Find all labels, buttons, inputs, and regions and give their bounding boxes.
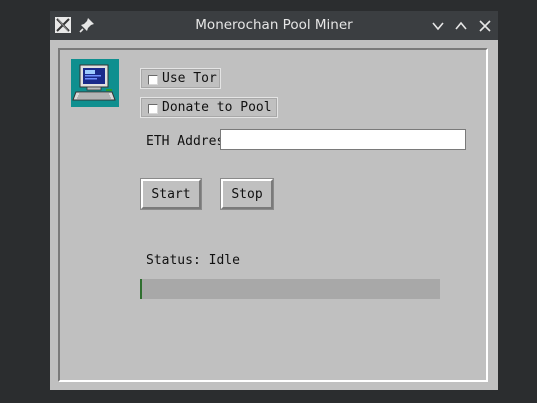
minimize-button[interactable]: [431, 18, 445, 32]
title-bar[interactable]: Monerochan Pool Miner: [50, 11, 498, 40]
computer-icon: [71, 59, 119, 107]
chevron-down-icon: [432, 22, 444, 31]
use-tor-checkbox-row[interactable]: Use Tor: [140, 68, 221, 89]
use-tor-label: Use Tor: [162, 71, 217, 86]
maximize-button[interactable]: [454, 18, 468, 32]
start-button[interactable]: Start: [140, 178, 202, 210]
use-tor-checkbox[interactable]: [148, 75, 158, 85]
eth-address-input[interactable]: [220, 129, 466, 150]
eth-address-label: ETH Address: [146, 134, 220, 149]
donate-checkbox[interactable]: [148, 104, 158, 114]
progress-bar: [140, 279, 440, 299]
stop-button[interactable]: Stop: [220, 178, 274, 210]
close-icon: [479, 20, 491, 32]
chevron-up-icon: [455, 21, 467, 30]
status-text: Status: Idle: [146, 253, 240, 268]
miner-window: Monerochan Pool Miner Use Tor Donate to …: [50, 11, 498, 390]
donate-label: Donate to Pool: [162, 100, 272, 115]
progress-fill: [140, 279, 142, 299]
close-button[interactable]: [478, 18, 492, 32]
donate-checkbox-row[interactable]: Donate to Pool: [140, 97, 278, 118]
